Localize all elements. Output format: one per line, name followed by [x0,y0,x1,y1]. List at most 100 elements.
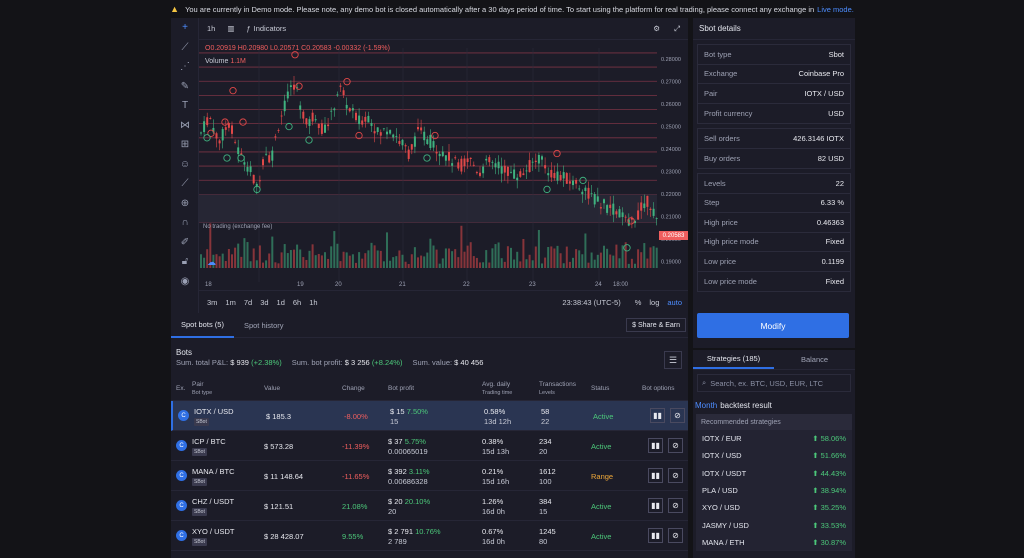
bar-chart-icon[interactable]: ▮▮ [648,468,663,483]
volume-bar [432,245,435,268]
sbot-key: Pair [704,88,718,98]
auto-toggle[interactable]: auto [667,298,682,307]
period-selector[interactable]: Month [695,401,717,410]
candle-type-icon[interactable]: ▥ [227,24,234,33]
interval-button[interactable]: 1h [207,24,215,33]
header-status[interactable]: Status [591,385,609,393]
header-change[interactable]: Change [342,385,365,393]
bot-row[interactable]: C ICP / BTC SBot $ 573.28 -11.39% $ 37 5.75% 0… [171,431,688,461]
strategy-pair: XYO / USD [702,503,740,513]
recommended-strategies: Recommended strategies IOTX / EUR ⬆ 58.06… [696,414,852,552]
timeframe-1h[interactable]: 1h [309,298,317,307]
sbot-row: Buy orders 82 USD [698,149,850,169]
header-bot-profit[interactable]: Bot profit [388,385,414,393]
bar-chart-icon[interactable]: ▮▮ [648,528,663,543]
timeframe-6h[interactable]: 6h [293,298,301,307]
lock-icon[interactable]: 🔓︎ [171,252,199,272]
bot-row[interactable]: C XYO / USDT SBot $ 28 428.07 9.55% $ 2 791 1… [171,521,688,551]
live-mode-link[interactable]: Live mode. [817,5,854,14]
price-tick-label: 0.22000 [661,192,681,198]
stop-bot-icon[interactable]: ⊘ [668,468,683,483]
bot-change: 21.08% [342,502,368,511]
strategy-item[interactable]: JASMY / USD ⬆ 33.53% [696,516,852,533]
volume-bar [572,257,574,268]
tab-balance[interactable]: Balance [774,350,855,369]
fullscreen-icon[interactable]: ⤢ [674,24,680,34]
emoji-icon[interactable]: ☺ [171,155,199,175]
eye-icon[interactable]: ◉ [171,272,199,292]
candle-body [324,124,326,133]
sbot-value: 82 USD [817,153,844,163]
strategy-item[interactable]: PLA / USD ⬆ 38.94% [696,482,852,499]
stop-bot-icon[interactable]: ⊘ [668,528,683,543]
timeframe-3d[interactable]: 3d [260,298,268,307]
timeframe-3m[interactable]: 3m [207,298,217,307]
price-tick-label: 0.26000 [661,102,681,108]
volume-bar [485,250,488,268]
strategy-search-input[interactable]: ⌕ Search, ex. BTC, USD, EUR, LTC [697,374,851,392]
stop-bot-icon[interactable]: ⊘ [668,498,683,513]
timeframe-1d[interactable]: 1d [277,298,285,307]
pattern-icon[interactable]: ⋈ [171,116,199,136]
ruler-icon[interactable]: ⟋ [171,174,199,194]
brush-icon[interactable]: ✎ [171,77,199,97]
bot-row[interactable]: C MANA / BTC SBot $ 11 148.64 -11.65% $ 392 3… [171,461,688,491]
candle-body [510,171,512,173]
strategy-item[interactable]: MANA / ETH ⬆ 30.87% [696,534,852,551]
strategy-item[interactable]: IOTX / USDT ⬆ 44.43% [696,465,852,482]
sbot-row: Low price 0.1199 [698,252,850,272]
strategy-item[interactable]: IOTX / EUR ⬆ 58.06% [696,430,852,447]
zoom-icon[interactable]: ⊕ [171,194,199,214]
lock-drawing-icon[interactable]: ✐ [171,233,199,253]
bot-row[interactable]: C IOTX / USD SBot $ 185.3 -8.00% $ 15 7.50% 15… [171,401,688,431]
modify-button[interactable]: Modify [697,313,849,338]
share-earn-button[interactable]: $ Share & Earn [626,318,686,332]
candle-body [426,139,429,145]
trendline-icon[interactable]: ⟋ [171,38,199,58]
candle-body [444,155,447,161]
stop-bot-icon[interactable]: ⊘ [670,408,685,423]
percent-toggle[interactable]: % [635,298,642,307]
bar-chart-icon[interactable]: ▮▮ [648,498,663,513]
price-chart[interactable]: 0.28000 0.27000 0.26000 0.25000 0.24000 0.230… [199,40,688,290]
volume-bar [463,251,466,268]
bot-row[interactable]: C CHZ / USDT SBot $ 121.51 21.08% $ 20 20.10%… [171,491,688,521]
strategies-tabs: Strategies (185) Balance [693,350,855,370]
indicators-button[interactable]: Indicators [254,24,287,33]
timeframe-1m[interactable]: 1m [225,298,235,307]
header-value[interactable]: Value [264,385,280,393]
warning-icon: ▲ [170,4,180,14]
chart-timeframe-bar: 3m 1m 7d 3d 1d 6h 1h 23:38:43 (UTC-5) % … [199,290,688,313]
log-toggle[interactable]: log [649,298,659,307]
prediction-icon[interactable]: ⊞ [171,135,199,155]
sum-pnl-pct: (+2.38%) [251,358,282,367]
strategy-item[interactable]: XYO / USD ⬆ 35.25% [696,499,852,516]
fib-icon[interactable]: ⋰ [171,57,199,77]
exchange-logo-icon: C [176,470,187,481]
bot-levels: 22 [541,417,550,426]
bot-value: $ 185.3 [266,412,292,421]
stop-bot-icon[interactable]: ⊘ [668,438,683,453]
candle-body [286,91,289,99]
bar-chart-icon[interactable]: ▮▮ [648,438,663,453]
candle-body [268,155,271,163]
tab-spot-history[interactable]: Spot history [234,313,294,338]
share-earn-label: Share & Earn [637,321,680,329]
tab-spot-bots[interactable]: Spot bots (5) [171,313,234,338]
bar-chart-icon[interactable]: ▮▮ [650,408,665,423]
sell-marker [229,87,237,95]
indicators-icon: ƒ [246,24,251,33]
crosshair-icon[interactable]: + [171,18,199,38]
volume-bar [519,261,522,268]
candle-body [215,133,218,139]
filter-button[interactable]: ☰ [664,351,682,369]
candle-body [209,118,212,120]
strategy-item[interactable]: IOTX / USD ⬆ 51.66% [696,447,852,464]
bot-profit: $ 20 20.10% [388,497,431,506]
tab-strategies[interactable]: Strategies (185) [693,350,774,369]
settings-icon[interactable]: ⚙ [653,24,660,33]
timeframe-7d[interactable]: 7d [244,298,252,307]
text-icon[interactable]: T [171,96,199,116]
candle-body [410,144,413,150]
magnet-icon[interactable]: ∩ [171,213,199,233]
